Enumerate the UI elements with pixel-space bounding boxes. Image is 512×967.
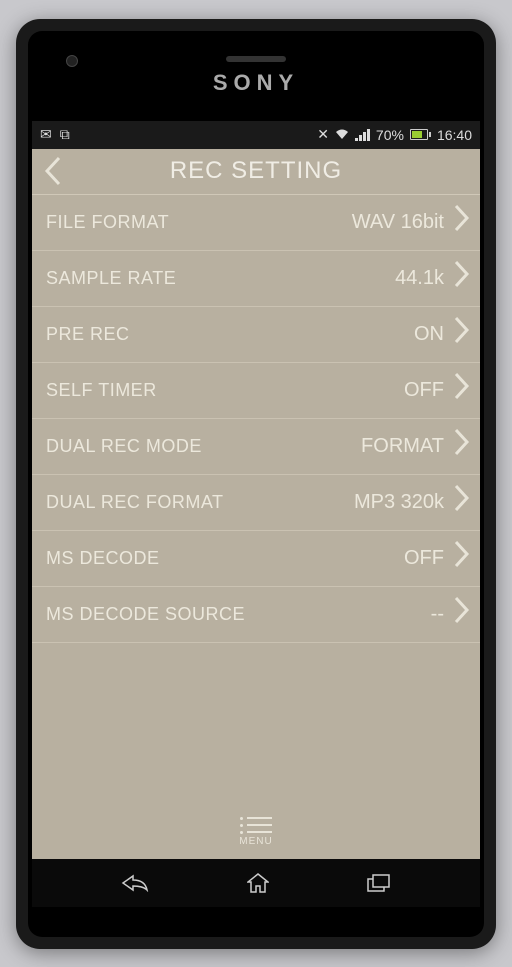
phone-top-bezel: SONY: [28, 31, 484, 121]
multi-window-icon: ⧉: [60, 126, 70, 143]
app-header: REC SETTING: [32, 149, 480, 195]
setting-file-format[interactable]: FILE FORMAT WAV 16bit: [32, 195, 480, 251]
chevron-right-icon: [454, 372, 470, 408]
setting-value: --: [431, 603, 444, 626]
setting-value: OFF: [404, 379, 444, 402]
settings-list: FILE FORMAT WAV 16bit SAMPLE RATE 44.1k …: [32, 195, 480, 809]
setting-pre-rec[interactable]: PRE REC ON: [32, 307, 480, 363]
setting-label: FILE FORMAT: [46, 212, 352, 233]
signal-icon: [355, 129, 370, 141]
phone-brand: SONY: [213, 70, 299, 96]
nav-recent-button[interactable]: [367, 874, 391, 892]
setting-label: PRE REC: [46, 324, 414, 345]
earpiece-speaker: [226, 56, 286, 62]
chevron-right-icon: [454, 260, 470, 296]
chevron-right-icon: [454, 484, 470, 520]
setting-label: SELF TIMER: [46, 380, 404, 401]
chevron-right-icon: [454, 540, 470, 576]
setting-value: MP3 320k: [354, 491, 444, 514]
setting-value: ON: [414, 323, 444, 346]
setting-value: OFF: [404, 547, 444, 570]
menu-icon: [240, 817, 272, 834]
chevron-right-icon: [454, 316, 470, 352]
back-button[interactable]: [32, 156, 74, 186]
setting-label: DUAL REC MODE: [46, 436, 361, 457]
app-footer: MENU: [32, 809, 480, 859]
setting-label: SAMPLE RATE: [46, 268, 395, 289]
phone-inner: SONY ✉ ⧉ ✕ 70% 16:40: [28, 31, 484, 937]
setting-dual-rec-mode[interactable]: DUAL REC MODE FORMAT: [32, 419, 480, 475]
wifi-icon: [335, 127, 349, 143]
mail-icon: ✉: [40, 126, 52, 143]
setting-value: FORMAT: [361, 435, 444, 458]
setting-sample-rate[interactable]: SAMPLE RATE 44.1k: [32, 251, 480, 307]
clock: 16:40: [437, 127, 472, 143]
phone-body: SONY ✉ ⧉ ✕ 70% 16:40: [16, 19, 496, 949]
status-left: ✉ ⧉: [40, 126, 70, 143]
setting-value: WAV 16bit: [352, 211, 444, 234]
chevron-right-icon: [454, 428, 470, 464]
setting-label: MS DECODE SOURCE: [46, 604, 431, 625]
app-area: REC SETTING FILE FORMAT WAV 16bit SAMPLE…: [32, 149, 480, 859]
setting-dual-rec-format[interactable]: DUAL REC FORMAT MP3 320k: [32, 475, 480, 531]
setting-self-timer[interactable]: SELF TIMER OFF: [32, 363, 480, 419]
setting-value: 44.1k: [395, 267, 444, 290]
nav-home-button[interactable]: [247, 873, 269, 893]
setting-label: DUAL REC FORMAT: [46, 492, 354, 513]
phone-screen: ✉ ⧉ ✕ 70% 16:40: [32, 121, 480, 907]
battery-percent: 70%: [376, 127, 404, 143]
menu-label: MENU: [239, 836, 272, 847]
android-nav-bar: [32, 859, 480, 907]
vibrate-icon: ✕: [317, 126, 329, 143]
status-right: ✕ 70% 16:40: [317, 126, 472, 143]
setting-label: MS DECODE: [46, 548, 404, 569]
menu-button[interactable]: MENU: [239, 817, 272, 847]
battery-icon: [410, 129, 431, 140]
nav-back-button[interactable]: [121, 874, 149, 892]
android-status-bar[interactable]: ✉ ⧉ ✕ 70% 16:40: [32, 121, 480, 149]
front-camera: [66, 55, 78, 67]
page-title: REC SETTING: [32, 157, 480, 185]
chevron-right-icon: [454, 596, 470, 632]
phone-bottom-bezel: [28, 907, 484, 937]
chevron-right-icon: [454, 204, 470, 240]
setting-ms-decode[interactable]: MS DECODE OFF: [32, 531, 480, 587]
setting-ms-decode-source[interactable]: MS DECODE SOURCE --: [32, 587, 480, 643]
